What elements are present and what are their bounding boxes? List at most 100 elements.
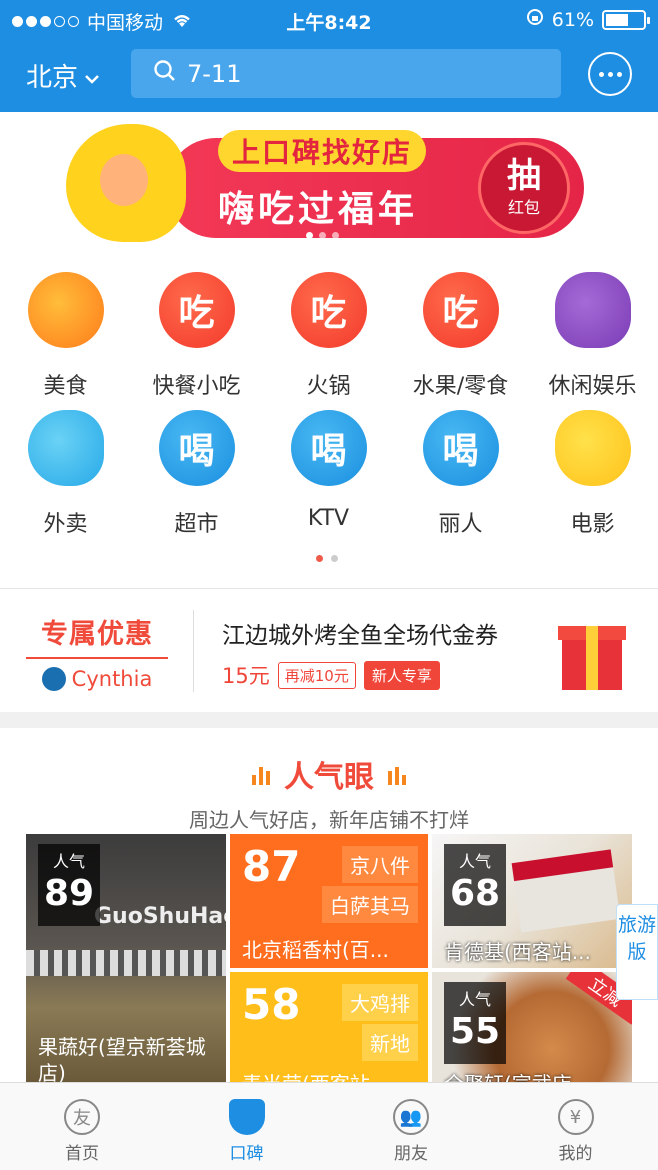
search-value: 7-11	[187, 59, 242, 88]
section-title: 人气眼	[284, 760, 374, 795]
bottom-tab-bar: 友首页口碑 👥 朋友 ¥ 我的	[0, 1082, 658, 1170]
shop-name: 麦当劳(西客站...	[242, 1068, 389, 1082]
mascot-icon	[554, 272, 631, 348]
awning-image	[26, 950, 226, 976]
battery-fill	[606, 13, 628, 26]
shop-tile-noodles[interactable]: 立减 人气 55 全聚轩(宣武店...	[432, 972, 632, 1082]
category-0[interactable]: 美食	[0, 272, 131, 400]
category-label: 外卖	[43, 512, 88, 537]
dish-tag: 白萨其马	[322, 886, 418, 923]
popularity-score: 68	[449, 873, 501, 914]
friends-icon: 👥	[393, 1099, 429, 1135]
popularity-badge: 人气 68	[444, 844, 506, 926]
top-header: 中国移动 上午8:42 61% 北京 7-11	[0, 0, 658, 112]
chevron-down-icon	[84, 61, 100, 91]
category-badge-icon: 吃	[422, 272, 499, 348]
banner-tag: 上口碑找好店	[218, 130, 427, 172]
city-name: 北京	[26, 63, 79, 93]
shop-sign: GuoShuHao	[94, 904, 226, 929]
category-6[interactable]: 喝超市	[131, 410, 262, 538]
popularity-score: 55	[449, 1011, 501, 1052]
category-label: 超市	[174, 512, 219, 537]
banner-slogan: 嗨吃过福年	[218, 189, 419, 230]
kfc-box-image	[511, 849, 621, 933]
dish-tag: 京八件	[342, 846, 418, 883]
tab-friends[interactable]: 👥 朋友	[329, 1083, 493, 1164]
popularity-score: 58	[242, 980, 301, 1029]
category-5[interactable]: 外卖	[0, 410, 131, 538]
category-1[interactable]: 吃快餐小吃	[131, 272, 262, 400]
tab-label: 我的	[558, 1144, 593, 1164]
dish-tag: 新地	[362, 1024, 418, 1061]
popularity-label: 人气	[52, 852, 85, 871]
tab-label: 首页	[65, 1144, 99, 1164]
bars-icon	[388, 763, 406, 785]
koubei-icon	[228, 1099, 265, 1135]
popularity-score: 87	[242, 842, 301, 891]
category-label: 水果/零食	[412, 374, 509, 399]
status-right: 61%	[526, 8, 650, 31]
dish-tag: 大鸡排	[342, 984, 418, 1021]
avatar	[41, 667, 66, 691]
category-label: KTV	[307, 506, 350, 531]
category-2[interactable]: 吃火锅	[263, 272, 394, 400]
category-pager	[316, 555, 338, 562]
mascot-icon	[27, 410, 104, 486]
category-badge-icon: 喝	[290, 410, 367, 486]
category-label: 丽人	[438, 512, 483, 537]
tab-home[interactable]: 友首页	[0, 1083, 164, 1164]
popularity-badge: 人气 89	[38, 844, 100, 926]
draw-red-packet-button[interactable]: 抽 红包	[478, 142, 570, 234]
shop-tile-daoxiangcun[interactable]: 87 京八件 白萨其马 北京稻香村(百...	[230, 834, 428, 968]
gift-box-icon	[556, 612, 628, 692]
travel-edition-button[interactable]: 旅游版	[616, 904, 658, 1000]
coupon-price-row: 15元 再减10元 新人专享	[222, 660, 440, 690]
section-gap	[0, 712, 658, 728]
mascot-icon	[554, 410, 631, 486]
category-3[interactable]: 吃水果/零食	[395, 272, 526, 400]
wallet-icon: ¥	[557, 1099, 594, 1135]
category-badge-icon: 喝	[158, 410, 235, 486]
shop-name: 全聚轩(宣武店...	[444, 1068, 591, 1082]
rotation-lock-icon	[526, 8, 544, 31]
new-user-badge: 新人专享	[363, 660, 440, 690]
promo-banner[interactable]: 上口碑找好店 嗨吃过福年 抽 红包	[66, 124, 584, 244]
category-label: 火锅	[306, 374, 351, 399]
search-input[interactable]: 7-11	[131, 49, 561, 98]
tab-koubei[interactable]: 口碑	[165, 1083, 329, 1164]
city-selector[interactable]: 北京	[26, 57, 100, 94]
banner-pager	[306, 232, 339, 239]
more-button[interactable]	[588, 52, 632, 96]
shop-tile-mcdonalds[interactable]: 58 大鸡排 新地 麦当劳(西客站...	[230, 972, 428, 1082]
tab-label: 口碑	[229, 1144, 264, 1164]
user-name: Cynthia	[71, 667, 153, 691]
category-7[interactable]: 喝 KTV	[263, 410, 394, 531]
popularity-score: 89	[43, 873, 95, 914]
category-label: 快餐小吃	[152, 374, 241, 399]
shop-name: 果蔬好(望京新荟城店)	[38, 1035, 206, 1082]
divider	[0, 588, 658, 589]
exclusive-offer-brand: 专属优惠 Cynthia	[26, 612, 168, 691]
red-packet-label: 红包	[507, 198, 540, 217]
category-label: 美食	[43, 374, 88, 399]
popular-section-header: 人气眼 周边人气好店，新年店铺不打烊	[0, 728, 658, 833]
shop-name: 北京稻香村(百...	[242, 938, 389, 962]
category-badge-icon: 吃	[158, 272, 235, 348]
draw-label: 抽	[507, 156, 541, 196]
tab-me[interactable]: ¥ 我的	[494, 1083, 658, 1164]
tab-label: 朋友	[394, 1144, 428, 1164]
shop-tile-guoshuhao[interactable]: GuoShuHao 人气 89 果蔬好(望京新荟城店)	[26, 834, 226, 1082]
category-9[interactable]: 电影	[527, 410, 658, 538]
shop-name: 肯德基(西客站...	[444, 940, 591, 964]
section-subtitle: 周边人气好店，新年店铺不打烊	[189, 808, 469, 832]
battery-percent: 61%	[551, 8, 594, 31]
category-badge-icon: 吃	[290, 272, 367, 348]
shop-tile-kfc[interactable]: 人气 68 肯德基(西客站...	[432, 834, 632, 968]
popularity-badge: 人气 55	[444, 982, 506, 1064]
search-icon	[153, 59, 177, 89]
status-bar: 中国移动 上午8:42 61%	[0, 0, 658, 38]
coupon-title: 江边城外烤全鱼全场代金券	[222, 623, 498, 649]
category-8[interactable]: 喝丽人	[395, 410, 526, 538]
category-4[interactable]: 休闲娱乐	[527, 272, 658, 400]
coupon-card[interactable]: 专属优惠 Cynthia 江边城外烤全鱼全场代金券 15元 再减10元 新人专享	[0, 590, 658, 712]
